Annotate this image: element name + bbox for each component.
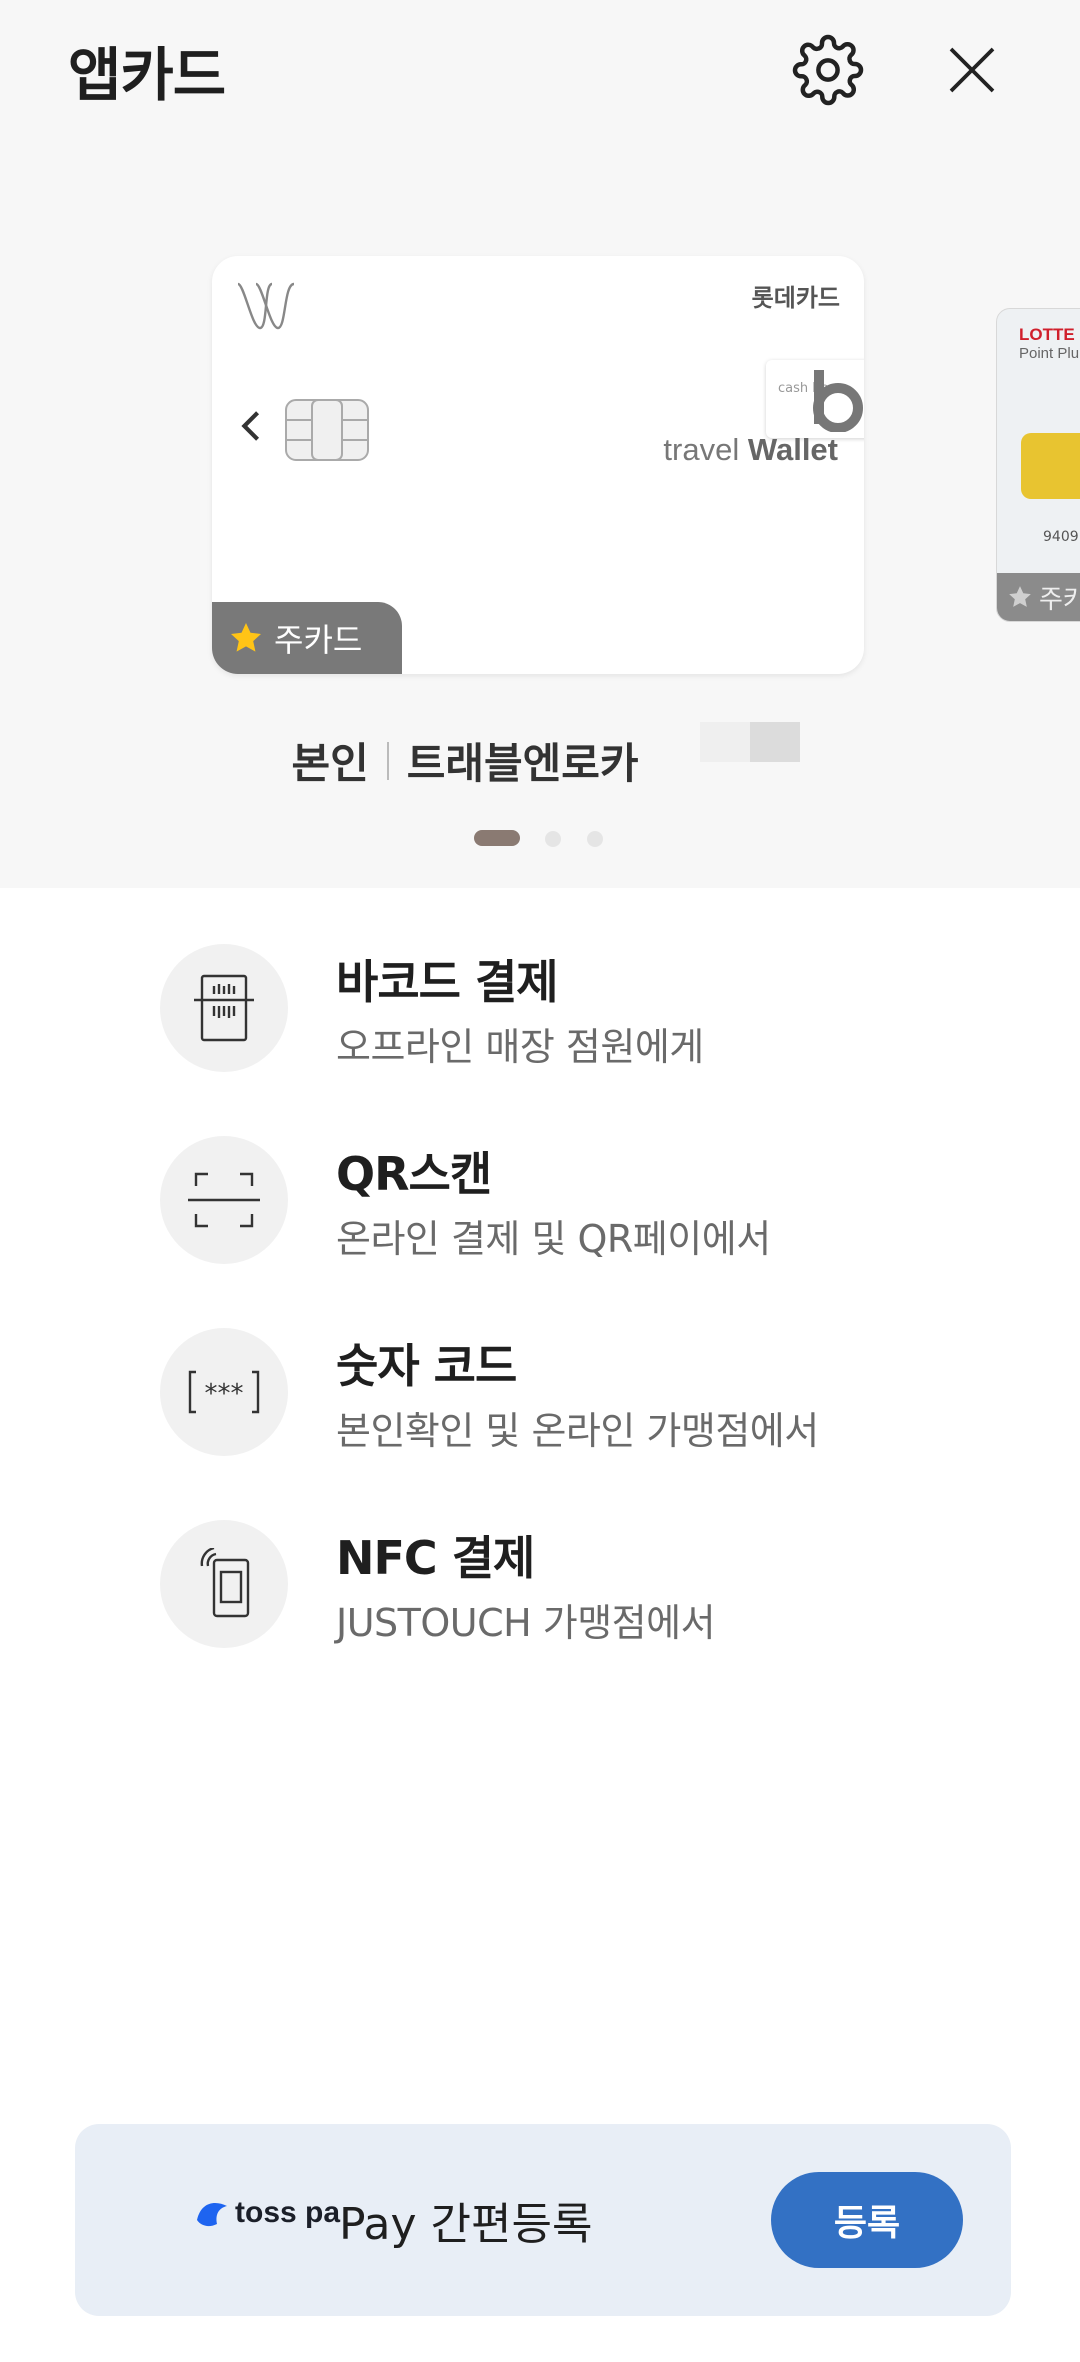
menu-item-qr-scan[interactable]: QR스캔 온라인 결제 및 QR페이에서: [160, 1136, 980, 1266]
page-dot: [587, 831, 603, 847]
toss-logo-icon: [197, 2202, 227, 2227]
travel-wallet-logo: travel Wallet: [663, 432, 838, 468]
card2-subtitle: Point Plu: [1019, 345, 1080, 362]
toss-pay-register-panel: toss pa Pay 간편등록 등록: [75, 2124, 1011, 2316]
card-name: 트래블엔로카: [406, 739, 639, 788]
previous-card-button[interactable]: [232, 408, 268, 444]
menu-title: 숫자 코드: [336, 1339, 517, 1393]
toss-register-label: Pay 간편등록: [339, 2199, 593, 2250]
menu-item-nfc[interactable]: NFC 결제 JUSTOUCH 가맹점에서: [160, 1520, 980, 1650]
card2-badge-label: 주카: [1039, 584, 1080, 615]
card-owner: 본인: [291, 739, 369, 788]
main-card-badge: 주카드: [212, 602, 402, 674]
star-icon: [231, 623, 261, 652]
star-icon: [1009, 586, 1031, 607]
nfc-icon: [200, 1548, 250, 1618]
card-logo-icon: [236, 282, 295, 330]
cashbee-badge: cash bee: [766, 360, 864, 438]
main-card-label: 주카드: [274, 621, 363, 659]
card-name-row: 본인 트래블엔로카: [0, 730, 1080, 791]
nfc-icon-wrap: [160, 1520, 288, 1648]
card-brand: 롯데카드: [751, 284, 840, 312]
menu-description: JUSTOUCH 가맹점에서: [336, 1601, 716, 1645]
gear-icon: [792, 34, 864, 106]
barcode-icon-wrap: [160, 944, 288, 1072]
travel-wallet-bold: Wallet: [747, 432, 838, 467]
page-dot-active: [474, 830, 520, 846]
number-code-icon: ***: [188, 1370, 260, 1414]
card-chip-icon: [285, 399, 369, 461]
card2-badge: 주카: [997, 573, 1080, 621]
qr-scan-icon: [188, 1172, 260, 1228]
menu-item-number-code[interactable]: *** 숫자 코드 본인확인 및 온라인 가맹점에서: [160, 1328, 980, 1458]
close-icon: [949, 47, 995, 93]
number-code-icon-wrap: ***: [160, 1328, 288, 1456]
settings-button[interactable]: [788, 30, 868, 110]
menu-title: 바코드 결제: [336, 955, 559, 1009]
register-button[interactable]: 등록: [771, 2172, 963, 2268]
menu-description: 오프라인 매장 점원에게: [336, 1025, 704, 1069]
card2-number: 9409: [1043, 529, 1079, 545]
travel-wallet-prefix: travel: [663, 432, 740, 467]
barcode-icon: [194, 974, 254, 1042]
close-button[interactable]: [932, 30, 1012, 110]
chevron-left-icon: [241, 411, 260, 441]
toss-logo-text: toss pa: [235, 2196, 341, 2229]
card2-brand: LOTTE: [1019, 325, 1075, 344]
menu-description: 온라인 결제 및 QR페이에서: [336, 1217, 771, 1261]
masked-card-number: [700, 722, 800, 762]
menu-description: 본인확인 및 온라인 가맹점에서: [336, 1409, 819, 1453]
cashbee-logo-icon: [813, 370, 863, 432]
carousel-pagination: [0, 828, 1080, 848]
selected-card[interactable]: 롯데카드 cash bee travel Wallet 주카드: [212, 256, 864, 674]
qr-scan-icon-wrap: [160, 1136, 288, 1264]
divider: [386, 741, 389, 780]
page-dot: [545, 831, 561, 847]
menu-title: QR스캔: [336, 1147, 492, 1201]
svg-text:***: ***: [205, 1379, 244, 1409]
menu-item-barcode[interactable]: 바코드 결제 오프라인 매장 점원에게: [160, 944, 980, 1074]
page-title: 앱카드: [68, 41, 226, 109]
menu-title: NFC 결제: [336, 1531, 535, 1585]
card2-chip-icon: [1021, 433, 1080, 499]
toss-logo: toss pa: [195, 2196, 340, 2230]
next-card-preview[interactable]: LOTTE Point Plu 9409 주카: [996, 308, 1080, 622]
